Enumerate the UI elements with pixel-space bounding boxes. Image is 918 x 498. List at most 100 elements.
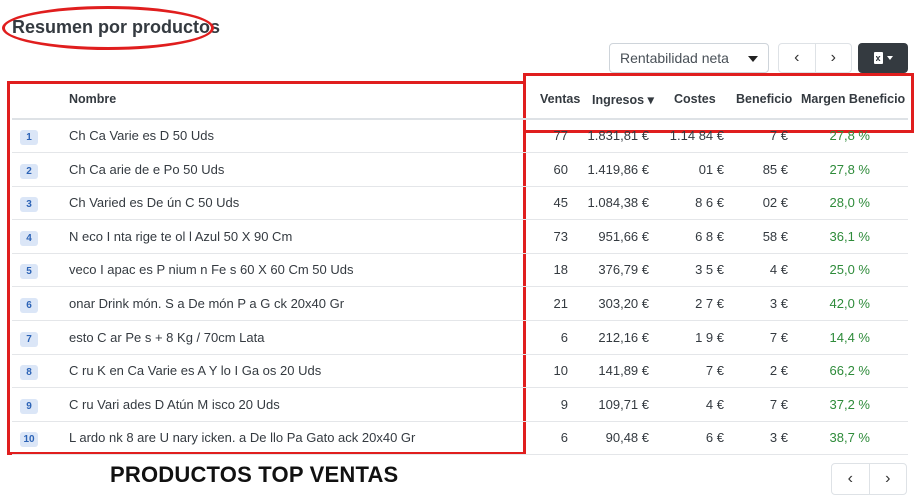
cell-ingresos: 1.831,81 € [587, 128, 649, 143]
metric-select[interactable]: Rentabilidad neta [609, 43, 769, 73]
row-index-badge: 6 [20, 298, 38, 313]
col-header-ventas[interactable]: Ventas [540, 92, 580, 106]
cell-margen: 66,2 % [829, 363, 870, 379]
cell-ventas: 18 [553, 262, 568, 278]
prev-page-button-bottom[interactable]: ‹ [832, 464, 869, 494]
cell-beneficio: 02 € [762, 195, 788, 211]
next-page-button[interactable]: › [814, 44, 852, 72]
table-row[interactable]: 9 C ru Vari ades D Atún M isco 20 Uds 9 109… [12, 388, 908, 422]
table-row[interactable]: 4 N eco I nta rige te ol l Azul 50 X 90 C… [12, 220, 908, 254]
table-row[interactable]: 8 C ru K en Ca Varie es A Y lo I Ga os 20… [12, 354, 908, 389]
cell-beneficio: 2 € [769, 363, 788, 379]
cell-ventas: 77 [553, 128, 568, 143]
cell-costes: 6 8 € [695, 228, 724, 244]
row-index-badge: 7 [20, 331, 38, 347]
table-row[interactable]: 3 Ch Varied es De ún C 50 Uds 45 1.084,38 €… [12, 186, 908, 221]
cell-ventas: 73 [553, 228, 568, 244]
product-name: Ch Ca Varie es D 50 Uds [69, 128, 214, 143]
cell-ingresos: 141,89 € [598, 363, 649, 379]
cell-costes: 1 9 € [695, 329, 724, 345]
cell-beneficio: 3 € [769, 430, 788, 446]
col-header-nombre[interactable]: Nombre [69, 92, 116, 106]
table-row[interactable]: 6 onar Drink món. S a De món P a G ck 20… [12, 287, 908, 321]
top-pager: ‹ › [778, 43, 852, 73]
cell-beneficio: 7 € [769, 329, 788, 345]
cell-costes: 1.14 84 € [669, 128, 724, 143]
prev-page-button[interactable]: ‹ [779, 44, 815, 72]
col-header-margen[interactable]: Margen Beneficio [801, 92, 905, 106]
table-row[interactable]: 5 veco I apac es P nium n Fe s 60 X 60 C… [12, 253, 908, 288]
row-index-badge: 8 [20, 365, 38, 381]
col-header-beneficio[interactable]: Beneficio [736, 92, 792, 106]
table-row[interactable]: 1 Ch Ca Varie es D 50 Uds 77 1.831,81 € 1.14… [12, 119, 908, 153]
row-index-badge: 3 [20, 197, 38, 213]
row-index-badge: 2 [20, 163, 38, 179]
cell-margen: 38,7 % [829, 430, 870, 446]
row-index-badge: 5 [20, 264, 38, 280]
cell-ingresos: 1.419,86 € [587, 161, 649, 177]
cell-costes: 3 5 € [695, 262, 724, 278]
product-name: esto C ar Pe s + 8 Kg / 70cm Lata [69, 329, 265, 345]
cell-ventas: 10 [553, 363, 568, 379]
title-highlight-ellipse [2, 6, 214, 50]
cell-ingresos: 376,79 € [598, 262, 649, 278]
cell-ventas: 21 [553, 296, 568, 311]
row-index-badge: 9 [20, 398, 38, 414]
cell-beneficio: 7 € [769, 128, 788, 143]
top-sales-caption: PRODUCTOS TOP VENTAS [110, 462, 399, 487]
bottom-pager: ‹ › [831, 463, 907, 495]
cell-costes: 7 € [705, 363, 724, 379]
cell-costes: 4 € [705, 396, 724, 412]
next-page-button-bottom[interactable]: › [868, 464, 907, 494]
sort-desc-icon: ▾ [647, 93, 654, 107]
product-name: Ch Ca arie de e Po 50 Uds [69, 161, 225, 177]
product-name: L ardo nk 8 are U nary icken. a De llo P… [69, 430, 416, 446]
cell-ventas: 9 [560, 396, 568, 412]
row-index-badge: 4 [20, 230, 38, 246]
cell-margen: 37,2 % [829, 396, 870, 412]
cell-margen: 28,0 % [829, 195, 870, 211]
product-name: C ru K en Ca Varie es A Y lo I Ga os 20 … [69, 363, 322, 379]
cell-ventas: 45 [553, 195, 568, 211]
col-header-ingresos[interactable]: Ingresos ▾ [592, 92, 654, 107]
cell-costes: 6 € [705, 430, 724, 446]
product-name: N eco I nta rige te ol l Azul 50 X 90 Cm [69, 228, 293, 244]
table-row[interactable]: 2 Ch Ca arie de e Po 50 Uds 60 1.419,86 € 0… [12, 153, 908, 187]
product-name: onar Drink món. S a De món P a G ck 20x4… [69, 296, 345, 311]
cell-beneficio: 3 € [769, 296, 788, 311]
cell-beneficio: 58 € [762, 228, 788, 244]
cell-ingresos: 1.084,38 € [587, 195, 649, 211]
product-name: C ru Vari ades D Atún M isco 20 Uds [69, 396, 280, 412]
cell-ingresos: 951,66 € [598, 228, 649, 244]
product-name: Ch Varied es De ún C 50 Uds [69, 195, 240, 211]
cell-margen: 25,0 % [829, 262, 870, 278]
cell-costes: 01 € [698, 161, 724, 177]
cell-margen: 36,1 % [829, 228, 870, 244]
col-header-costes[interactable]: Costes [674, 92, 716, 106]
cell-ventas: 60 [553, 161, 568, 177]
table-row[interactable]: 7 esto C ar Pe s + 8 Kg / 70cm Lata 6 212,… [12, 321, 908, 355]
cell-ingresos: 303,20 € [598, 296, 649, 311]
product-name: veco I apac es P nium n Fe s 60 X 60 Cm … [69, 262, 354, 278]
caret-down-icon [748, 56, 758, 62]
excel-file-icon [873, 52, 883, 64]
table-row[interactable]: 10 L ardo nk 8 are U nary icken. a De llo… [12, 421, 908, 456]
row-index-badge: 1 [20, 130, 38, 145]
cell-beneficio: 7 € [769, 396, 788, 412]
cell-beneficio: 4 € [769, 262, 788, 278]
cell-ventas: 6 [560, 430, 568, 446]
cell-costes: 8 6 € [695, 195, 724, 211]
export-excel-button[interactable] [858, 43, 908, 73]
dropdown-arrow-icon [886, 56, 893, 60]
cell-ventas: 6 [560, 329, 568, 345]
cell-margen: 14,4 % [829, 329, 870, 345]
cell-margen: 42,0 % [829, 296, 870, 311]
col-header-ingresos-label: Ingresos [592, 93, 645, 107]
cell-ingresos: 212,16 € [598, 329, 649, 345]
cell-ingresos: 109,71 € [598, 396, 649, 412]
row-index-badge: 10 [20, 432, 38, 448]
metric-select-value: Rentabilidad neta [620, 50, 729, 66]
cell-beneficio: 85 € [762, 161, 788, 177]
cell-margen: 27,8 % [829, 128, 870, 143]
cell-costes: 2 7 € [695, 296, 724, 311]
